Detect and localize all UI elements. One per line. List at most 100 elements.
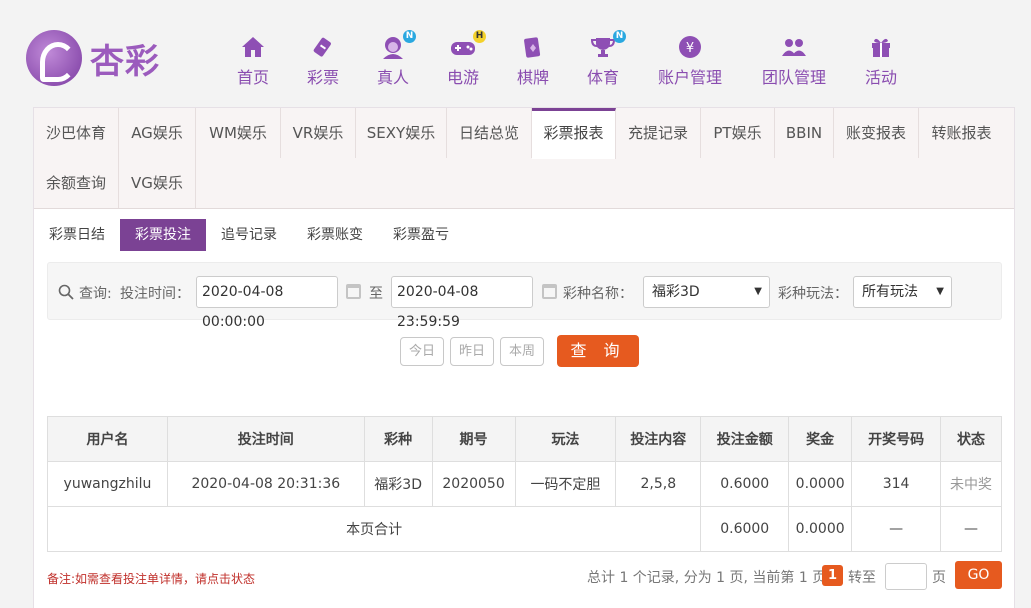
lottery-select[interactable]: 福彩3D ▼	[643, 276, 770, 308]
col-draw-number: 开奖号码	[851, 416, 942, 462]
nav-events[interactable]: 活动	[863, 30, 899, 88]
cell-bonus: 0.0000	[788, 461, 853, 507]
nav-team[interactable]: 团队管理	[759, 30, 829, 88]
calendar-icon[interactable]	[346, 284, 361, 299]
subtotal-draw: —	[851, 506, 942, 552]
gift-icon	[868, 34, 894, 60]
cell-play-type: 一码不定胆	[514, 461, 617, 507]
new-badge: N	[613, 30, 626, 43]
trophy-icon: N	[590, 30, 626, 60]
cell-issue: 2020050	[431, 461, 516, 507]
col-bet-amount: 投注金额	[700, 416, 790, 462]
tab-pt[interactable]: PT娱乐	[701, 108, 775, 158]
subtab-lottery-daily[interactable]: 彩票日结	[40, 219, 114, 251]
nav-chess[interactable]: 棋牌	[515, 30, 551, 88]
remark-note: 备注:如需查看投注单详情，请点击状态	[47, 572, 256, 586]
cell-bet-time: 2020-04-08 20:31:36	[166, 461, 365, 507]
col-issue: 期号	[431, 416, 516, 462]
to-label: 至	[369, 286, 383, 302]
col-bet-content: 投注内容	[615, 416, 702, 462]
current-page-button[interactable]: 1	[822, 565, 843, 586]
caret-down-icon: ▼	[936, 286, 944, 297]
cards-icon	[520, 34, 546, 60]
nav-sports[interactable]: N 体育	[585, 30, 626, 88]
cell-bet-content: 2,5,8	[615, 461, 702, 507]
search-button[interactable]: 查 询	[557, 335, 639, 367]
tab-bbin[interactable]: BBIN	[775, 108, 834, 158]
lottery-name-label: 彩种名称：	[563, 286, 633, 302]
nav-label: 彩票	[306, 68, 339, 87]
tab-deposit-records[interactable]: 充提记录	[616, 108, 701, 158]
play-type-select-value: 所有玩法	[862, 284, 918, 300]
search-icon	[58, 284, 74, 300]
subtotal-bonus: 0.0000	[788, 506, 853, 552]
pager-summary: 总计 1 个记录, 分为 1 页, 当前第 1 页	[587, 570, 827, 586]
report-tabs: 沙巴体育 AG娱乐 WM娱乐 VR娱乐 SEXY娱乐 日结总览 彩票报表 充提记…	[34, 108, 1014, 209]
nav-label: 真人	[376, 68, 409, 87]
nav-label: 棋牌	[516, 68, 549, 87]
goto-label: 转至	[848, 570, 876, 586]
yen-coin-icon: ¥	[677, 34, 703, 60]
subtotal-amount: 0.6000	[700, 506, 790, 552]
logo-text: 杏彩	[90, 41, 160, 82]
nav-home[interactable]: 首页	[235, 30, 271, 88]
nav-label: 团队管理	[761, 68, 826, 87]
gamepad-icon: H	[450, 30, 486, 60]
col-play-type: 玩法	[514, 416, 617, 462]
tab-daily-overview[interactable]: 日结总览	[447, 108, 532, 158]
query-label: 查询:	[79, 286, 112, 302]
tab-ag[interactable]: AG娱乐	[119, 108, 196, 158]
tab-wm[interactable]: WM娱乐	[196, 108, 281, 158]
subtab-lottery-profit[interactable]: 彩票盈亏	[384, 219, 458, 251]
tab-balance-query[interactable]: 余额查询	[34, 158, 119, 208]
go-button[interactable]: GO	[955, 561, 1002, 589]
play-type-select[interactable]: 所有玩法 ▼	[853, 276, 952, 308]
nav-label: 首页	[236, 68, 269, 87]
live-dealer-icon: N	[380, 30, 416, 60]
tab-vg[interactable]: VG娱乐	[119, 158, 196, 208]
col-status: 状态	[940, 416, 1002, 462]
lottery-select-value: 福彩3D	[652, 284, 700, 300]
tab-change-report[interactable]: 账变报表	[834, 108, 919, 158]
nav-account[interactable]: ¥ 账户管理	[655, 30, 725, 88]
cell-bet-amount: 0.6000	[700, 461, 790, 507]
report-panel: 沙巴体育 AG娱乐 WM娱乐 VR娱乐 SEXY娱乐 日结总览 彩票报表 充提记…	[33, 107, 1015, 608]
start-time-input[interactable]: 2020-04-08 00:00:00	[196, 276, 338, 330]
col-bet-time: 投注时间	[166, 416, 365, 462]
tab-vr[interactable]: VR娱乐	[281, 108, 356, 158]
table-row: yuwangzhilu 2020-04-08 20:31:36 福彩3D 202…	[47, 461, 1002, 507]
goto-page-input[interactable]	[885, 563, 927, 590]
cell-draw-number: 314	[851, 461, 942, 507]
tab-transfer-report[interactable]: 转账报表	[919, 108, 1004, 158]
subtotal-row: 本页合计 0.6000 0.0000 — —	[46, 506, 1002, 552]
tab-lottery-report[interactable]: 彩票报表	[532, 108, 616, 159]
end-time-input[interactable]: 2020-04-08 23:59:59	[391, 276, 533, 330]
nav-live[interactable]: N 真人	[375, 30, 416, 88]
logo-mark-icon	[26, 30, 82, 86]
calendar-icon[interactable]	[542, 284, 557, 299]
lottery-icon	[310, 34, 336, 60]
subtab-lottery-bets[interactable]: 彩票投注	[120, 219, 206, 251]
status-link[interactable]: 未中奖	[940, 461, 1002, 507]
home-icon	[240, 34, 266, 60]
cell-username: yuwangzhilu	[47, 461, 168, 507]
query-bar: 查询: 投注时间： 2020-04-08 00:00:00 至 2020-04-…	[47, 262, 1002, 330]
today-button[interactable]: 今日	[400, 337, 444, 366]
nav-egames[interactable]: H 电游	[445, 30, 486, 88]
subtotal-status: —	[940, 506, 1002, 552]
nav-label: 体育	[586, 68, 619, 87]
col-lottery: 彩种	[363, 416, 433, 462]
this-week-button[interactable]: 本周	[500, 337, 544, 366]
nav-lottery[interactable]: 彩票	[305, 30, 341, 88]
subtab-lottery-changes[interactable]: 彩票账变	[298, 219, 372, 251]
nav-label: 账户管理	[657, 68, 722, 87]
tab-sexy[interactable]: SEXY娱乐	[356, 108, 447, 158]
play-type-label: 彩种玩法：	[778, 286, 848, 302]
nav-label: 活动	[864, 68, 897, 87]
logo[interactable]: 杏彩	[26, 28, 176, 88]
subtab-chase-records[interactable]: 追号记录	[212, 219, 286, 251]
page-unit-label: 页	[932, 570, 946, 586]
yesterday-button[interactable]: 昨日	[450, 337, 494, 366]
subtotal-label: 本页合计	[46, 506, 702, 552]
tab-saba-sports[interactable]: 沙巴体育	[34, 108, 119, 158]
